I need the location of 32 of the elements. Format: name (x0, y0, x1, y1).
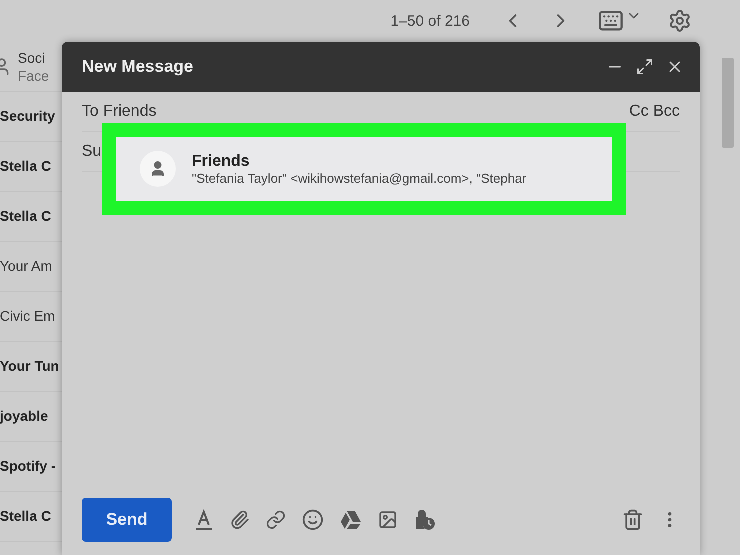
subject-label: Su (82, 142, 102, 160)
link-icon[interactable] (266, 510, 286, 530)
smiley-icon[interactable] (302, 509, 324, 531)
sender-text[interactable]: Your Tun (0, 358, 60, 374)
cc-bcc-link[interactable]: Cc Bcc (629, 102, 680, 120)
drive-icon[interactable] (340, 510, 362, 530)
group-members: "Stefania Taylor" <wikihowstefania@gmail.com>, "Stephar (192, 170, 527, 186)
text-format-icon[interactable] (194, 509, 214, 531)
send-button[interactable]: Send (82, 498, 172, 542)
sender-text[interactable]: Your Am (0, 258, 52, 274)
sender-text[interactable]: Stella C (0, 508, 52, 524)
scrollbar[interactable] (722, 58, 734, 148)
suggestion-popup[interactable]: Friends "Stefania Taylor" <wikihowstefania@gmail.com>, "Stephar (102, 123, 626, 215)
window-title: New Message (82, 57, 194, 77)
sender-text[interactable]: Spotify - (0, 458, 56, 474)
sender-text[interactable]: Civic Em (0, 308, 56, 324)
group-name: Friends (192, 152, 251, 170)
trash-icon[interactable] (622, 509, 644, 531)
paperclip-icon[interactable] (230, 510, 250, 530)
sender-text[interactable]: Stella C (0, 208, 52, 224)
sender-text[interactable]: joyable (0, 408, 48, 424)
category-text: Face (18, 68, 50, 84)
settings-icon[interactable] (668, 9, 692, 33)
sender-text[interactable]: Soci (18, 50, 46, 66)
sender-text[interactable]: Security (0, 108, 56, 124)
sender-text[interactable]: Stella C (0, 158, 52, 174)
lock-clock-icon[interactable] (414, 509, 436, 531)
pagination-text: 1–50 of 216 (390, 12, 470, 30)
expand-icon[interactable] (636, 58, 654, 76)
image-icon[interactable] (378, 510, 398, 530)
to-text: To Friends (82, 102, 157, 120)
person-icon (140, 151, 176, 187)
